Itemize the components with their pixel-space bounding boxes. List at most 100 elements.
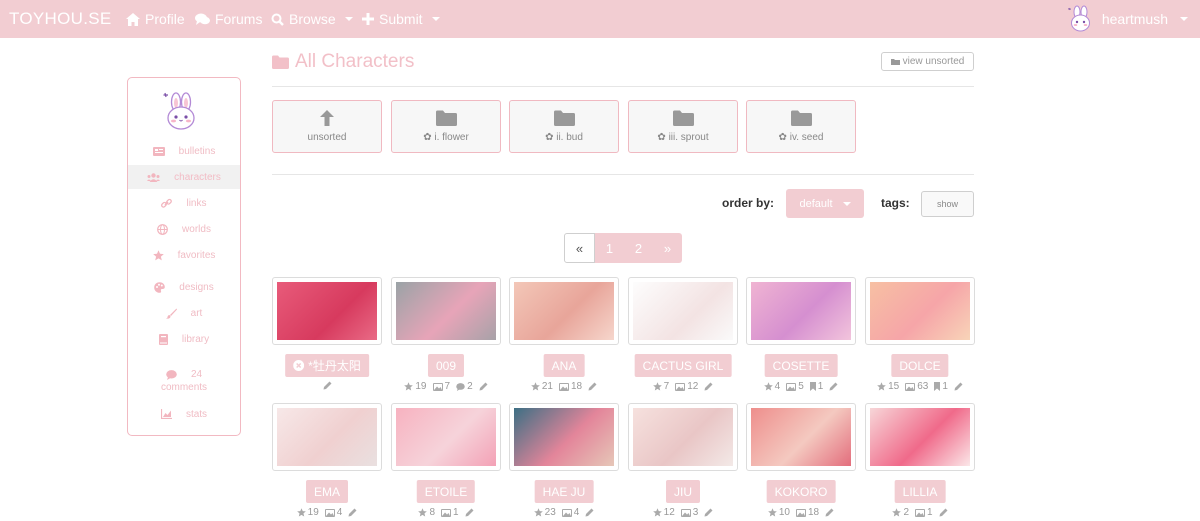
star-stat: 19 <box>296 507 319 518</box>
image-icon <box>680 508 691 517</box>
sidebar-item-comments[interactable]: 24 comments <box>128 364 240 398</box>
sidebar-item-library[interactable]: library <box>128 327 240 351</box>
character-name-link[interactable]: ANA <box>543 354 585 377</box>
folder-flower[interactable]: ✿ i. flower <box>391 100 501 153</box>
view-unsorted-button[interactable]: view unsorted <box>881 52 974 71</box>
comments-count-row: 24 <box>166 369 202 380</box>
order-by-value: default <box>799 197 833 210</box>
sidebar-item-art[interactable]: art <box>128 301 240 325</box>
edit-character[interactable] <box>954 381 963 392</box>
character-name-link[interactable]: EMA <box>305 480 349 503</box>
character-name-link[interactable]: COSETTE <box>764 354 838 377</box>
character-thumbnail-frame[interactable] <box>391 277 501 345</box>
image-icon <box>905 382 916 391</box>
nav-profile[interactable]: Profile <box>126 11 185 27</box>
user-menu[interactable]: heartmush <box>1066 5 1188 33</box>
sidebar-item-bulletins[interactable]: bulletins <box>128 139 240 163</box>
sidebar-item-favorites[interactable]: favorites <box>128 243 240 267</box>
character-name-link[interactable]: *牡丹太阳 <box>285 354 369 377</box>
character-thumbnail-frame[interactable] <box>746 403 856 471</box>
character-thumbnail-frame[interactable] <box>865 403 975 471</box>
pencil-icon[interactable] <box>585 508 594 517</box>
pagination-page[interactable]: 1 <box>595 233 624 263</box>
character-thumbnail[interactable] <box>396 282 496 340</box>
character-stats: 7 12 <box>628 381 738 392</box>
pencil-icon[interactable] <box>825 508 834 517</box>
edit-character[interactable] <box>465 507 474 518</box>
nav-browse[interactable]: Browse <box>271 11 353 27</box>
folder-sprout[interactable]: ✿ iii. sprout <box>628 100 738 153</box>
character-thumbnail[interactable] <box>514 408 614 466</box>
sidebar-item-label: links <box>186 197 207 209</box>
comment-icon <box>456 382 465 391</box>
pencil-icon[interactable] <box>954 382 963 391</box>
character-name-link[interactable]: LILLIA <box>894 480 946 503</box>
sidebar-item-links[interactable]: links <box>128 191 240 215</box>
folder-bud[interactable]: ✿ ii. bud <box>509 100 619 153</box>
edit-character[interactable] <box>588 381 597 392</box>
folder-unsorted[interactable]: unsorted <box>272 100 382 153</box>
character-thumbnail-frame[interactable] <box>272 403 382 471</box>
sidebar-item-label: library <box>181 333 210 345</box>
character-name-link[interactable]: ETOILE <box>416 480 476 503</box>
character-thumbnail-frame[interactable] <box>272 277 382 345</box>
character-name-link[interactable]: KOKORO <box>766 480 836 503</box>
character-thumbnail[interactable] <box>277 282 377 340</box>
nav-forums[interactable]: Forums <box>195 11 262 27</box>
character-thumbnail[interactable] <box>633 408 733 466</box>
character-thumbnail-frame[interactable] <box>746 277 856 345</box>
character-thumbnail[interactable] <box>751 408 851 466</box>
edit-character[interactable] <box>585 507 594 518</box>
nav-submit[interactable]: Submit <box>362 11 440 27</box>
edit-character[interactable] <box>348 507 357 518</box>
pagination-next[interactable]: » <box>653 233 682 263</box>
character-thumbnail[interactable] <box>870 408 970 466</box>
character-thumbnail-frame[interactable] <box>628 403 738 471</box>
edit-character[interactable] <box>479 381 488 392</box>
character-thumbnail[interactable] <box>870 282 970 340</box>
character-thumbnail[interactable] <box>277 408 377 466</box>
character-thumbnail[interactable] <box>633 282 733 340</box>
bookmark-stat: 1 <box>809 381 823 392</box>
character-name-link[interactable]: HAE JU <box>534 480 594 503</box>
character-thumbnail-frame[interactable] <box>391 403 501 471</box>
character-name-link[interactable]: DOLCE <box>891 354 949 377</box>
character-thumbnail-frame[interactable] <box>509 403 619 471</box>
character-thumbnail-frame[interactable] <box>865 277 975 345</box>
edit-character[interactable] <box>704 381 713 392</box>
edit-character[interactable] <box>323 381 332 390</box>
pagination-page[interactable]: 2 <box>624 233 653 263</box>
character-thumbnail[interactable] <box>396 408 496 466</box>
folder-seed[interactable]: ✿ iv. seed <box>746 100 856 153</box>
character-name-link[interactable]: 009 <box>427 354 465 377</box>
edit-character[interactable] <box>939 507 948 518</box>
character-thumbnail[interactable] <box>514 282 614 340</box>
pencil-icon[interactable] <box>704 382 713 391</box>
image-stat: 7 <box>432 381 450 392</box>
character-name-link[interactable]: CACTUS GIRL <box>634 354 732 377</box>
character-name-link[interactable]: JIU <box>666 480 700 503</box>
tags-show-button[interactable]: show <box>921 191 974 217</box>
pencil-icon[interactable] <box>829 382 838 391</box>
sidebar-item-designs[interactable]: designs <box>128 275 240 299</box>
sidebar-item-characters[interactable]: characters <box>128 165 240 189</box>
pagination-prev[interactable]: « <box>564 233 595 263</box>
pencil-icon[interactable] <box>588 382 597 391</box>
pencil-icon[interactable] <box>479 382 488 391</box>
edit-character[interactable] <box>704 507 713 518</box>
star-icon <box>763 382 773 391</box>
character-thumbnail-frame[interactable] <box>628 277 738 345</box>
order-by-dropdown[interactable]: default <box>786 189 864 218</box>
site-logo[interactable]: TOYHOU.SE <box>9 9 112 29</box>
edit-character[interactable] <box>825 507 834 518</box>
pencil-icon[interactable] <box>939 508 948 517</box>
character-thumbnail-frame[interactable] <box>509 277 619 345</box>
pencil-icon[interactable] <box>704 508 713 517</box>
pencil-icon[interactable] <box>465 508 474 517</box>
pencil-icon[interactable] <box>323 381 332 390</box>
sidebar-item-worlds[interactable]: worlds <box>128 217 240 241</box>
sidebar-item-stats[interactable]: stats <box>128 402 240 426</box>
pencil-icon[interactable] <box>348 508 357 517</box>
character-thumbnail[interactable] <box>751 282 851 340</box>
edit-character[interactable] <box>829 381 838 392</box>
